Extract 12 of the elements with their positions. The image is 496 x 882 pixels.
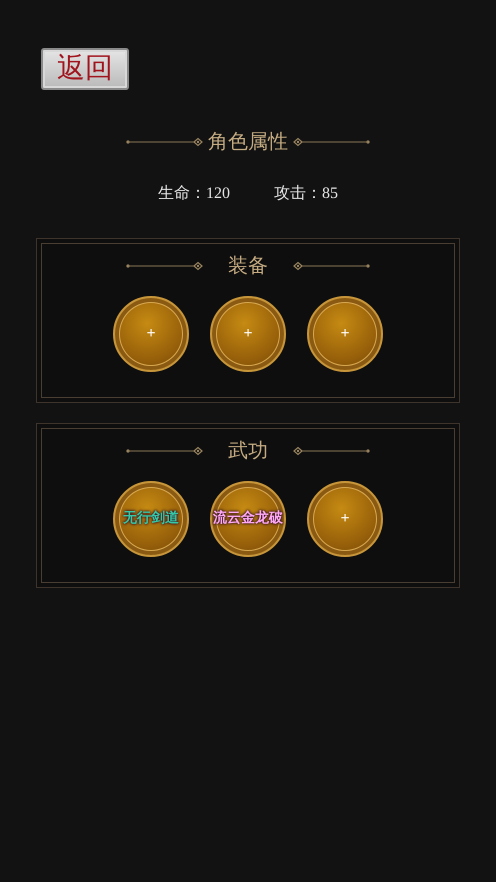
section-title: 角色属性	[208, 132, 288, 152]
item-slot[interactable]: +	[307, 481, 383, 557]
stat-text: 攻击：85	[274, 184, 338, 204]
stat-text: 生命：120	[158, 184, 230, 204]
back-button[interactable]: 返回	[41, 48, 129, 90]
item-slot[interactable]: 流云金龙破	[210, 481, 286, 557]
item-slot[interactable]: +	[307, 296, 383, 372]
item-slot[interactable]: 无行剑道	[113, 481, 189, 557]
section-title: 武功	[228, 441, 268, 461]
section-title: 装备	[228, 256, 268, 276]
item-slot[interactable]: +	[210, 296, 286, 372]
item-slot[interactable]: +	[113, 296, 189, 372]
